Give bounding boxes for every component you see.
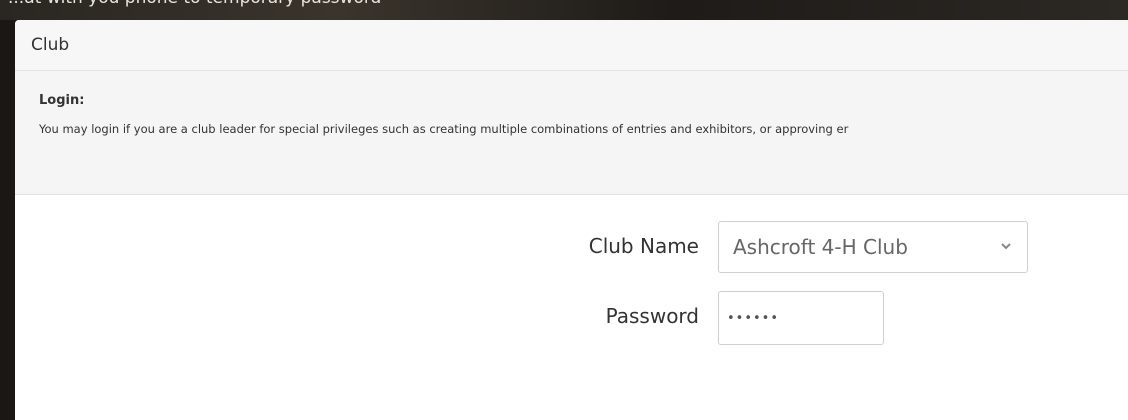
login-description: You may login if you are a club leader f… <box>39 122 849 136</box>
password-label: Password <box>605 304 699 328</box>
password-row: Password •••••• <box>15 291 1128 345</box>
login-info-panel: Login: You may login if you are a club l… <box>15 71 1128 195</box>
club-name-row: Club Name Ashcroft 4-H Club <box>15 221 1128 275</box>
background-text: ...at with you phone to temporary passwo… <box>0 0 1128 8</box>
club-name-select[interactable]: Ashcroft 4-H Club <box>718 221 1028 273</box>
password-input[interactable]: •••••• <box>718 291 884 345</box>
chevron-down-icon <box>1001 243 1011 250</box>
club-name-label: Club Name <box>588 234 699 258</box>
club-name-selected-value: Ashcroft 4-H Club <box>733 235 908 259</box>
modal-header: Club <box>15 20 1128 71</box>
login-heading: Login: <box>39 93 85 108</box>
club-login-modal: Club Login: You may login if you are a c… <box>15 20 1128 420</box>
modal-title: Club <box>31 35 70 55</box>
